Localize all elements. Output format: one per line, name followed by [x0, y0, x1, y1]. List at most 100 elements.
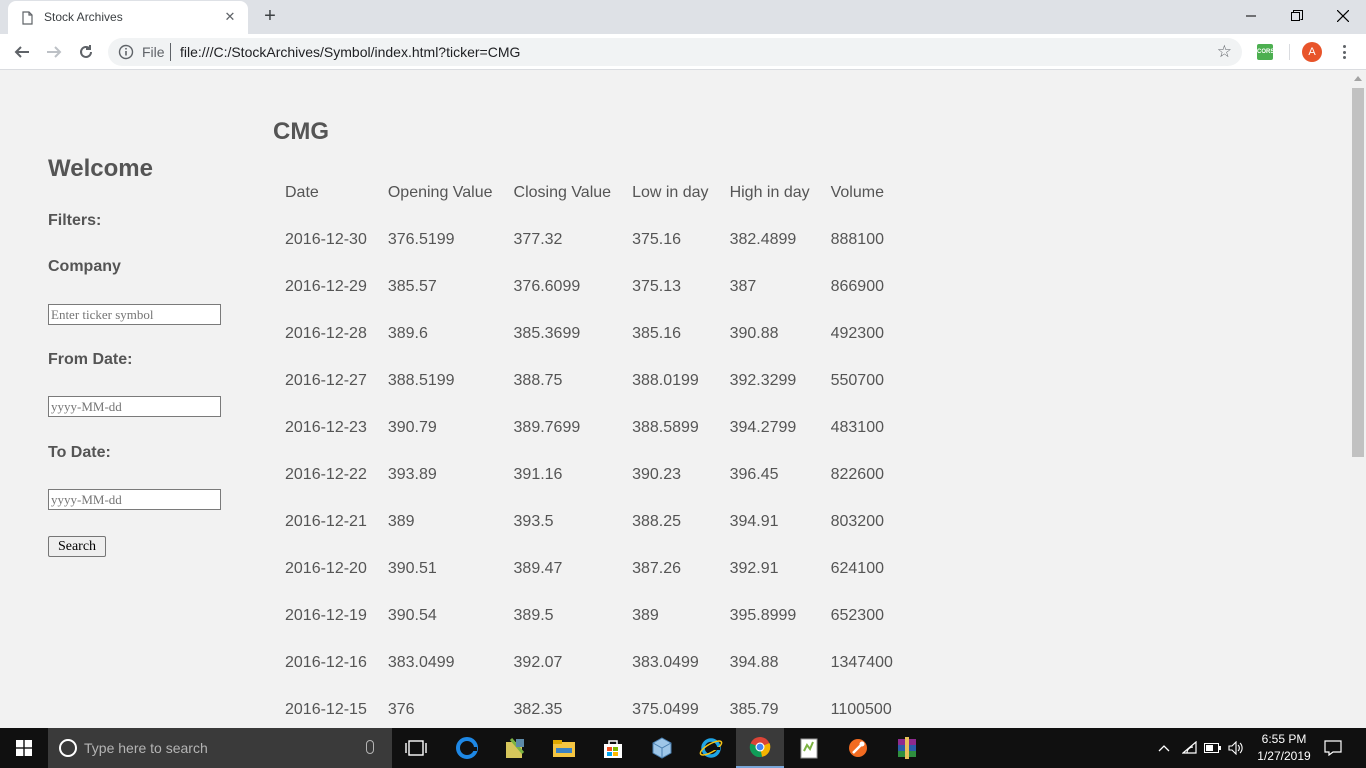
from-date-input[interactable]: [48, 396, 221, 417]
forward-button[interactable]: [42, 40, 66, 64]
table-cell: 375.16: [632, 230, 681, 248]
ticker-input[interactable]: [48, 304, 221, 325]
table-cell: 389.47: [513, 559, 563, 577]
column-header: Opening Value: [387, 183, 493, 201]
table-row: 2016-12-23 390.79 389.7699 388.5899 394.2799…: [275, 404, 904, 451]
to-date-label: To Date:: [48, 444, 111, 461]
restore-button[interactable]: [1274, 0, 1320, 32]
table-cell: 2016-12-22: [285, 465, 367, 483]
table-cell: 376.5199: [387, 230, 455, 248]
table-cell: 383.0499: [632, 653, 699, 671]
close-window-button[interactable]: [1320, 0, 1366, 32]
url-scheme: File: [142, 44, 165, 60]
table-cell: 1347400: [830, 653, 893, 671]
table-cell: 2016-12-29: [285, 277, 367, 295]
column-header: Low in day: [632, 183, 709, 201]
reload-button[interactable]: [74, 40, 98, 64]
table-row: 2016-12-15 376 382.35 375.0499 385.79 1100500: [275, 686, 904, 728]
tool-app-icon[interactable]: [834, 728, 882, 768]
scroll-thumb[interactable]: [1352, 88, 1364, 457]
browser-tab[interactable]: Stock Archives ✕: [8, 1, 248, 34]
battery-icon[interactable]: [1203, 728, 1223, 768]
page-scrollbar[interactable]: [1350, 71, 1366, 728]
taskbar-search-placeholder: Type here to search: [84, 740, 208, 756]
url-divider: [170, 43, 171, 61]
table-cell: 483100: [830, 418, 884, 436]
wifi-icon[interactable]: [1180, 728, 1200, 768]
close-icon: [1337, 10, 1349, 22]
notepad-plus-icon[interactable]: [785, 728, 833, 768]
table-cell: 387.26: [632, 559, 681, 577]
table-cell: 390.54: [387, 606, 437, 624]
table-cell: 390.51: [387, 559, 437, 577]
table-cell: 385.16: [632, 324, 681, 342]
task-view-icon[interactable]: [392, 728, 440, 768]
welcome-heading: Welcome: [48, 155, 153, 182]
table-row: 2016-12-28 389.6 385.3699 385.16 390.88 49230…: [275, 310, 904, 357]
table-cell: 382.4899: [729, 230, 797, 248]
edge-icon[interactable]: [443, 728, 491, 768]
virtualbox-icon[interactable]: [638, 728, 686, 768]
internet-explorer-icon[interactable]: [687, 728, 735, 768]
winrar-icon[interactable]: [883, 728, 931, 768]
table-cell: 389: [632, 606, 659, 624]
table-cell: 866900: [830, 277, 884, 295]
file-explorer-icon[interactable]: [540, 728, 588, 768]
table-cell: 1100500: [830, 700, 892, 718]
table-row: 2016-12-16 383.0499 392.07 383.0499 394.88 13…: [275, 639, 904, 686]
table-cell: 388.0199: [632, 371, 699, 389]
table-cell: 388.5199: [387, 371, 455, 389]
from-date-label: From Date:: [48, 351, 133, 368]
minimize-button[interactable]: [1228, 0, 1274, 32]
browser-menu-icon[interactable]: [1336, 44, 1352, 60]
table-cell: 391.16: [513, 465, 563, 483]
ticker-heading: CMG: [273, 118, 329, 145]
cortana-icon[interactable]: [59, 739, 77, 757]
company-label: Company: [48, 258, 121, 275]
table-cell: 803200: [830, 512, 884, 530]
table-cell: 392.3299: [729, 371, 797, 389]
store-icon[interactable]: [589, 728, 637, 768]
notifications-icon[interactable]: [1320, 728, 1346, 768]
to-date-input[interactable]: [48, 489, 221, 510]
profile-avatar[interactable]: A: [1302, 42, 1322, 62]
table-cell: 2016-12-28: [285, 324, 367, 342]
search-button[interactable]: Search: [48, 536, 106, 557]
chrome-icon[interactable]: [736, 728, 784, 768]
url-text[interactable]: file:///C:/StockArchives/Symbol/index.ht…: [180, 44, 520, 60]
tab-title: Stock Archives: [44, 10, 123, 24]
table-cell: 376.6099: [513, 277, 581, 295]
table-cell: 2016-12-23: [285, 418, 367, 436]
show-hidden-icons-chevron-up-icon[interactable]: [1156, 728, 1172, 768]
table-cell: 385.57: [387, 277, 437, 295]
tab-close-icon[interactable]: ✕: [220, 7, 240, 27]
clock-date: 1/27/2019: [1257, 749, 1311, 763]
tools-app-icon[interactable]: [491, 728, 539, 768]
table-cell: 382.35: [513, 700, 563, 718]
restore-icon: [1291, 10, 1303, 21]
address-bar[interactable]: File file:///C:/StockArchives/Symbol/ind…: [108, 38, 1242, 66]
cors-extension-icon[interactable]: CORS: [1257, 44, 1274, 60]
volume-icon[interactable]: [1226, 728, 1246, 768]
table-row: 2016-12-22 393.89 391.16 390.23 396.45 822600: [275, 451, 904, 498]
column-header: Volume: [830, 183, 884, 201]
taskbar-search-box[interactable]: Type here to search: [48, 728, 392, 768]
scroll-up-arrow-icon[interactable]: [1354, 76, 1362, 81]
table-cell: 393.89: [387, 465, 437, 483]
back-button[interactable]: [10, 40, 34, 64]
table-cell: 392.07: [513, 653, 563, 671]
start-button[interactable]: [0, 728, 48, 768]
table-cell: 394.2799: [729, 418, 797, 436]
table-cell: 377.32: [513, 230, 563, 248]
table-cell: 392.91: [729, 559, 779, 577]
table-cell: 390.88: [729, 324, 779, 342]
bookmark-star-icon[interactable]: ☆: [1217, 42, 1232, 62]
microphone-icon[interactable]: [366, 740, 374, 754]
table-cell: 385.79: [729, 700, 779, 718]
system-clock[interactable]: 6:55 PM 1/27/2019: [1254, 731, 1314, 765]
table-cell: 375.0499: [632, 700, 699, 718]
info-icon[interactable]: [118, 44, 134, 60]
column-header: High in day: [729, 183, 810, 201]
new-tab-button[interactable]: +: [258, 4, 282, 28]
table-cell: 395.8999: [729, 606, 797, 624]
